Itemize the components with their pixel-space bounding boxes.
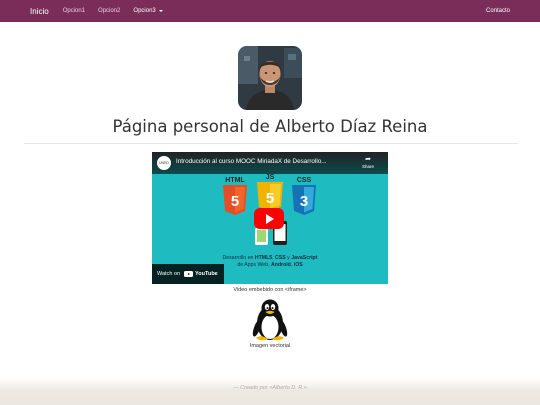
svg-text:3: 3 <box>300 193 308 210</box>
profile-photo <box>238 46 302 110</box>
profile-avatar <box>238 46 302 110</box>
top-navbar: Inicio Opcion1 Opcion2 Opcion3 Contacto <box>0 0 540 22</box>
js-logo-label: JS <box>266 174 275 181</box>
html-logo-label: HTML <box>225 177 245 184</box>
nav-item-opcion1[interactable]: Opcion1 <box>63 8 85 14</box>
nav-brand-inicio[interactable]: Inicio <box>30 7 49 16</box>
svg-text:5: 5 <box>231 193 239 210</box>
caret-down-icon <box>158 10 163 12</box>
video-title[interactable]: Introducción al curso MOOC MiriadaX de D… <box>176 158 366 165</box>
nav-item-opcion3-dropdown[interactable]: Opcion3 <box>133 8 163 14</box>
youtube-logo-icon <box>184 271 194 277</box>
footer <box>0 378 540 405</box>
embedded-video-player[interactable]: HTML 5 JS 5 CSS 3 UNED Introducción al c… <box>152 152 388 284</box>
svg-text:5: 5 <box>266 190 274 207</box>
play-icon <box>266 213 274 224</box>
nav-item-opcion3-label: Opcion3 <box>133 8 156 14</box>
channel-logo-icon[interactable]: UNED <box>157 156 171 170</box>
video-embed-caption: Video embebido con <iframe> <box>233 287 307 293</box>
share-arrow-icon: ➦ <box>365 156 371 163</box>
caption-line-1: Desarrollo en HTML5, CSS y JavaScript <box>222 255 318 261</box>
tux-penguin-image <box>252 299 288 341</box>
watch-on-label: Watch on <box>157 271 181 277</box>
nav-item-opcion2[interactable]: Opcion2 <box>98 8 120 14</box>
footer-credit: — Creado por «Alberto D. R.» <box>233 385 307 391</box>
watch-on-youtube-button[interactable]: Watch on YouTube <box>152 264 224 284</box>
nav-item-contacto[interactable]: Contacto <box>486 0 510 22</box>
share-label: Share <box>361 164 374 169</box>
image-caption: Imagen vectorial <box>249 343 291 349</box>
page-title: Página personal de Alberto Díaz Reina <box>112 117 428 136</box>
css-logo-label: CSS <box>297 177 312 184</box>
title-divider <box>24 143 518 144</box>
play-button[interactable] <box>254 208 284 229</box>
share-button[interactable]: ➦ Share <box>360 156 376 169</box>
youtube-wordmark: YouTube <box>195 271 218 277</box>
